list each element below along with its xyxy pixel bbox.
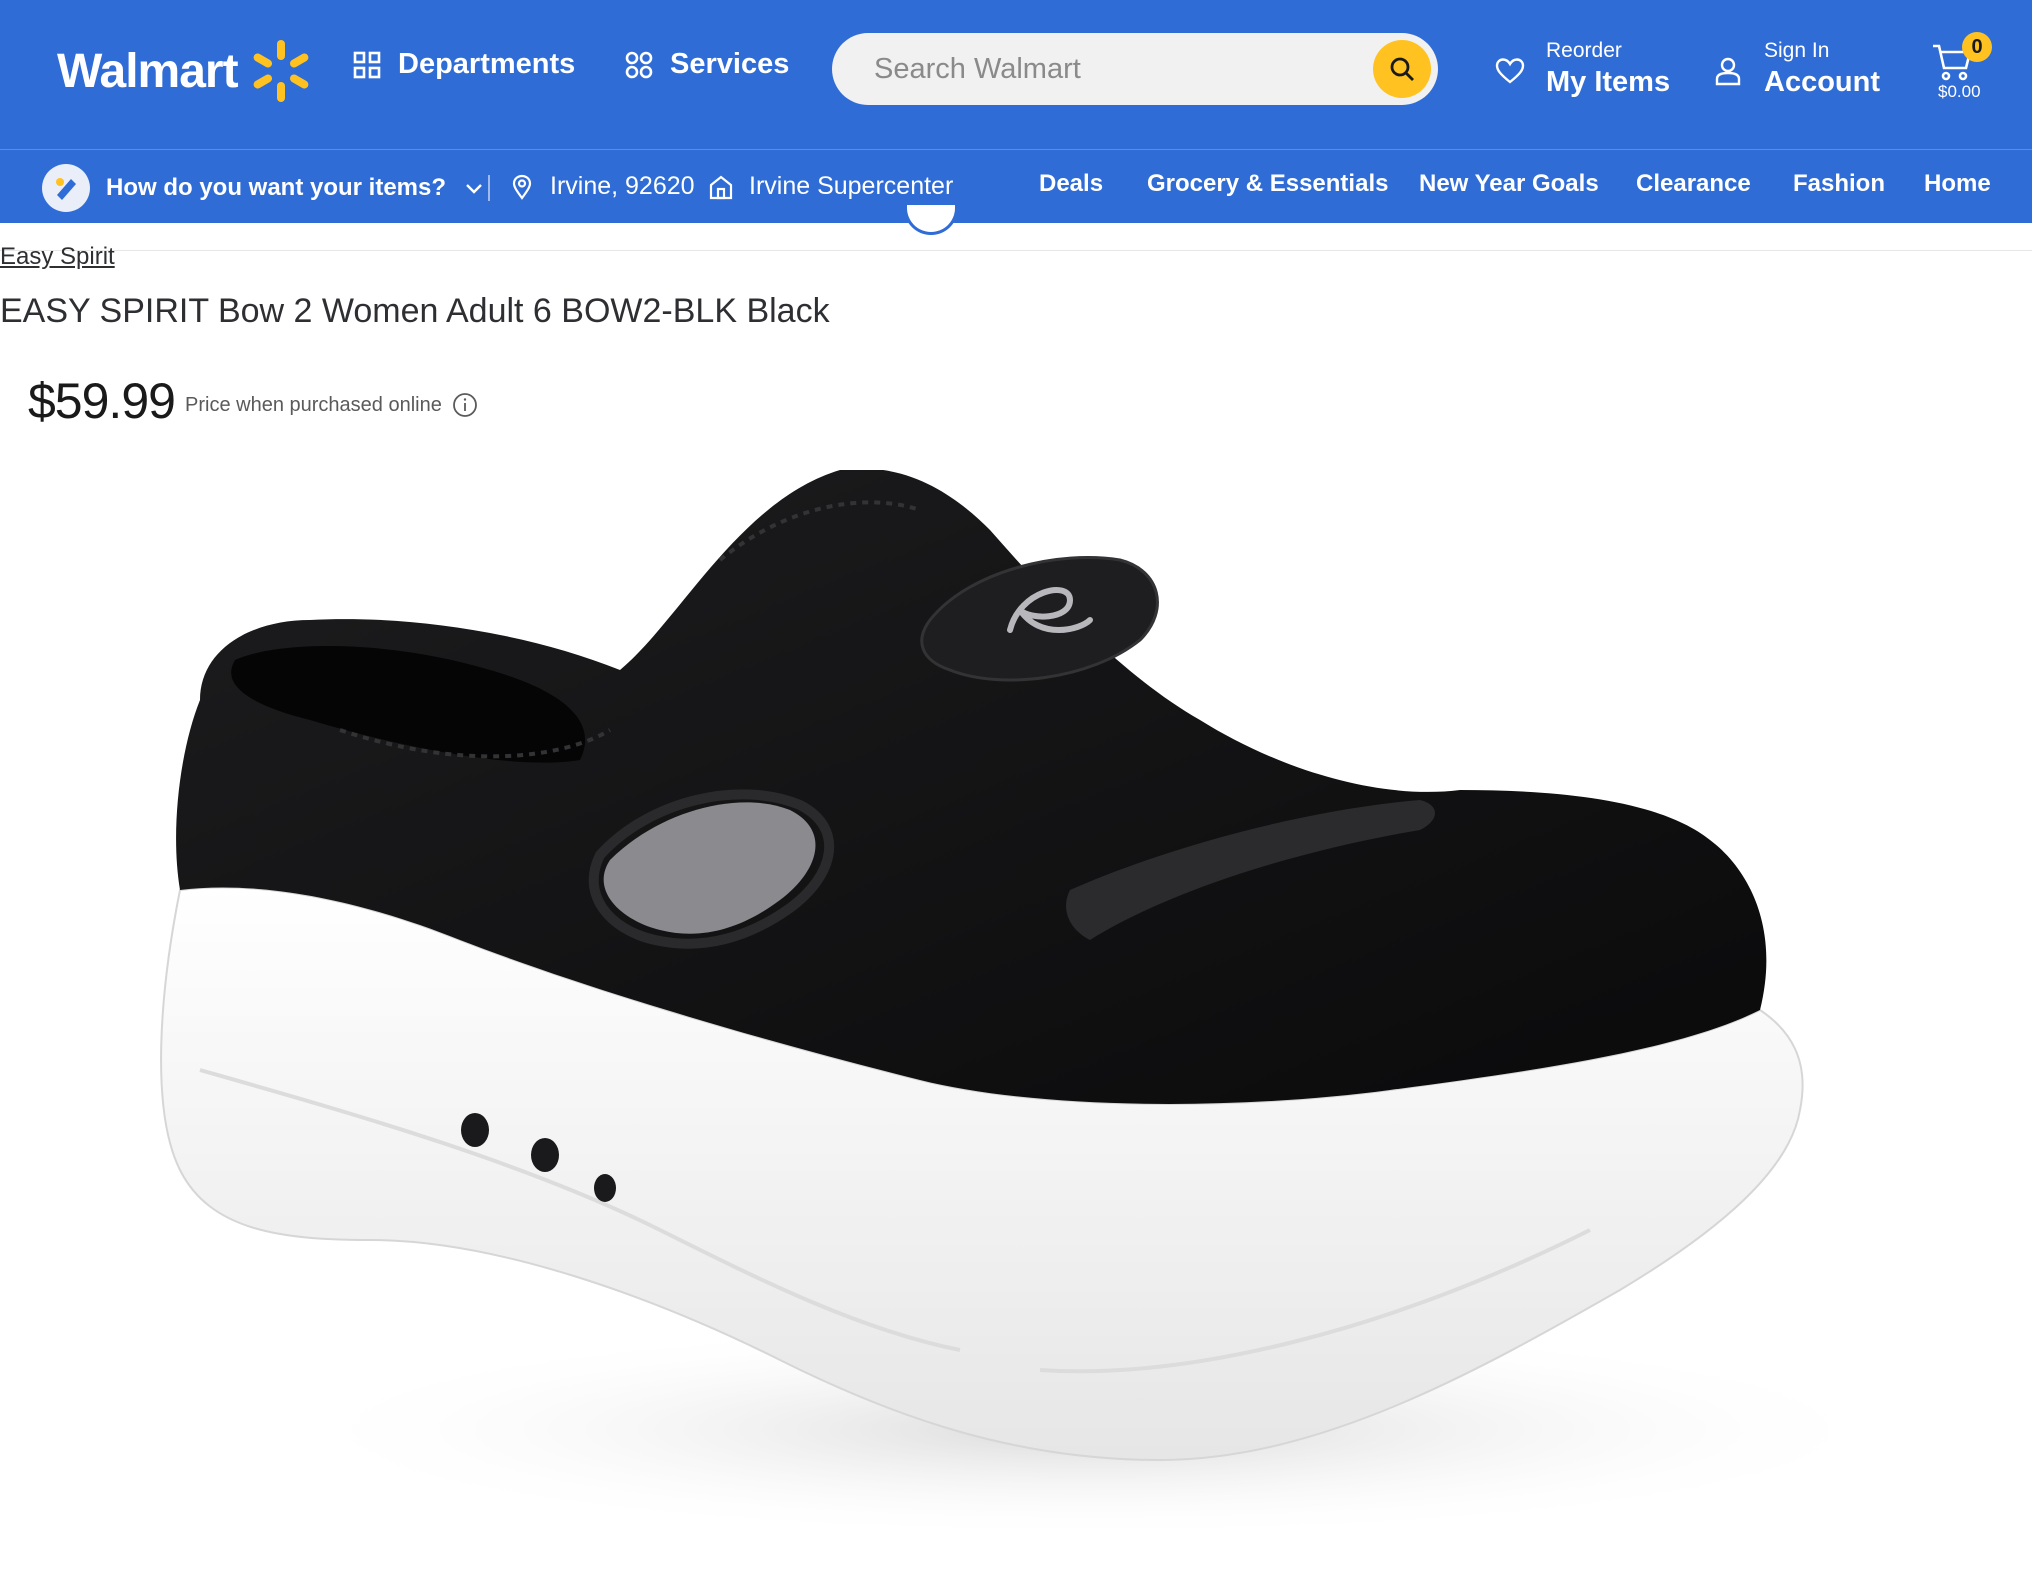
scroll-indicator [904, 205, 958, 235]
search-bar [832, 33, 1438, 105]
chevron-down-icon [466, 184, 482, 194]
top-header: Walmart Departments Services Search Walm… [0, 0, 2032, 149]
sign-in-account-link[interactable]: Sign In Account [1712, 38, 1880, 100]
sign-in-label: Sign In [1764, 39, 1830, 62]
price-note: Price when purchased online [185, 392, 478, 418]
walmart-logo[interactable]: Walmart [57, 36, 316, 106]
cart-button[interactable]: 0 $0.00 [1930, 30, 1992, 110]
cart-count-badge: 0 [1962, 32, 1992, 62]
category-link-fashion[interactable]: Fashion [1793, 170, 1885, 198]
fulfillment-selector[interactable]: How do you want your items? [42, 164, 484, 212]
category-link-grocery-essentials[interactable]: Grocery & Essentials [1147, 170, 1388, 198]
departments-button[interactable]: Departments [352, 48, 575, 81]
divider [488, 175, 490, 201]
search-icon [1390, 57, 1414, 81]
spark-icon [253, 40, 308, 102]
location-zip-link[interactable]: Irvine, 92620 [510, 172, 695, 201]
search-input[interactable] [874, 52, 1374, 86]
person-icon [1715, 57, 1741, 86]
info-icon[interactable] [452, 392, 478, 418]
store-link[interactable]: Irvine Supercenter [709, 172, 953, 201]
brand-link[interactable]: Easy Spirit [0, 243, 115, 271]
reorder-my-items-link[interactable]: Reorder My Items [1494, 38, 1670, 100]
product-title: EASY SPIRIT Bow 2 Women Adult 6 BOW2-BLK… [0, 292, 830, 330]
zip-location-label: Irvine, 92620 [550, 172, 695, 200]
logo-text: Walmart [57, 44, 239, 98]
product-image[interactable] [140, 470, 1940, 1570]
fulfillment-icon [42, 164, 90, 212]
services-icon [625, 51, 653, 78]
search-button[interactable] [1373, 40, 1431, 98]
category-link-new-year-goals[interactable]: New Year Goals [1419, 170, 1599, 198]
my-items-label: My Items [1546, 66, 1671, 98]
heart-icon [1495, 58, 1525, 84]
departments-label: Departments [398, 48, 576, 80]
services-label: Services [670, 48, 790, 80]
services-button[interactable]: Services [624, 48, 789, 81]
account-label: Account [1764, 66, 1880, 98]
category-link-clearance[interactable]: Clearance [1636, 170, 1751, 198]
category-link-home[interactable]: Home [1924, 170, 1991, 198]
product-price: $59.99 [28, 373, 176, 429]
category-link-deals[interactable]: Deals [1039, 170, 1103, 198]
divider [0, 250, 2032, 251]
cart-total: $0.00 [1938, 82, 1981, 101]
reorder-label: Reorder [1546, 39, 1622, 62]
store-label: Irvine Supercenter [749, 172, 954, 200]
departments-grid-icon [353, 51, 381, 78]
secondary-nav-bar: How do you want your items? Irvine, 9262… [0, 149, 2032, 223]
store-icon [709, 175, 733, 199]
price-note-text: Price when purchased online [185, 393, 442, 416]
location-pin-icon [512, 174, 532, 200]
fulfillment-prompt: How do you want your items? [106, 174, 447, 201]
